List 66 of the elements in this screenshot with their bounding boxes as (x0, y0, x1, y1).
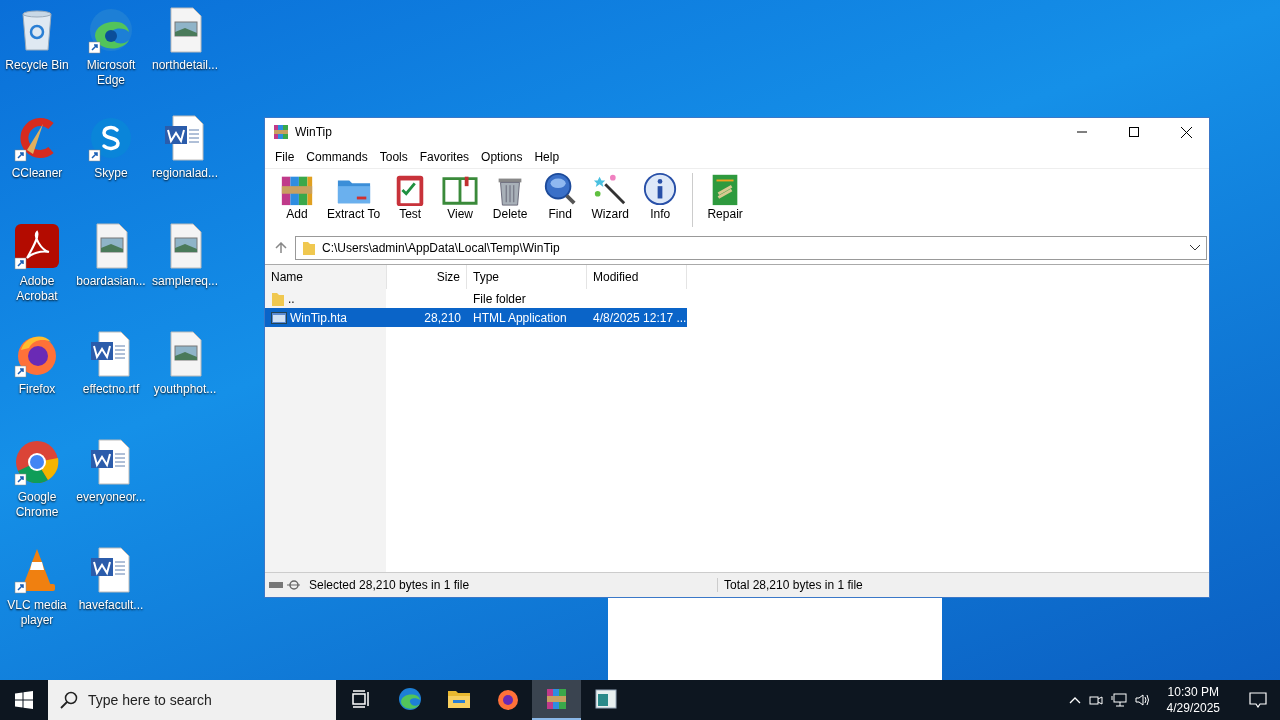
desktop-icon-label[interactable]: Microsoft Edge (74, 58, 148, 88)
file-type: File folder (473, 291, 526, 306)
column-header[interactable]: Size (387, 265, 467, 289)
desktop-icon-label[interactable]: effectno.rtf (74, 382, 148, 397)
file-row[interactable]: .. File folder (265, 289, 687, 308)
app-icon (273, 124, 289, 140)
desktop-icon-label[interactable]: Adobe Acrobat (0, 274, 74, 304)
drive-icon (269, 580, 303, 590)
status-text: Selected 28,210 bytes in 1 file (309, 578, 470, 592)
firefox-icon (495, 687, 520, 711)
windows-logo-icon (15, 691, 33, 709)
network-icon[interactable] (1110, 693, 1127, 707)
menu-item[interactable]: File (269, 150, 301, 164)
menu-item[interactable]: Options (475, 150, 529, 164)
toolbar-button[interactable]: Test (386, 171, 435, 221)
toolbar-button[interactable]: Extract To (323, 171, 385, 221)
window-title: WinTip (295, 125, 333, 139)
folder-icon (302, 240, 316, 256)
toolbar-button[interactable]: Info (636, 171, 685, 221)
camera-icon[interactable] (1088, 693, 1103, 707)
up-arrow-icon[interactable] (275, 242, 287, 254)
toolbar-button[interactable]: Delete (486, 171, 535, 221)
chevron-up-icon[interactable] (1068, 696, 1081, 704)
menu-item[interactable]: Favorites (413, 150, 476, 164)
file-modified: 4/8/2025 12:17 ... (593, 310, 687, 325)
toolbar-button[interactable]: Repair (701, 171, 750, 221)
menu-item[interactable]: Tools (373, 150, 414, 164)
column-header[interactable]: Modified (587, 265, 687, 289)
edge-icon (397, 687, 422, 711)
toolbar-button[interactable]: Find (536, 171, 585, 221)
close-icon (1180, 126, 1192, 138)
column-header[interactable]: Name (265, 265, 387, 289)
desktop-icon-label[interactable]: VLC media player (0, 598, 74, 628)
toolbar-button[interactable]: Wizard (586, 171, 635, 221)
desktop-icon-label[interactable]: Firefox (0, 382, 74, 397)
file-row[interactable]: WinTip.hta 28,210 HTML Application 4/8/2025 12:17 ... (265, 308, 687, 327)
desktop-icon-label[interactable]: Skype (74, 166, 148, 181)
file-name: .. (288, 291, 295, 306)
desktop-icon-label[interactable]: Google Chrome (0, 490, 74, 520)
desktop-icon-label[interactable]: regionalad... (148, 166, 222, 181)
file-name: WinTip.hta (290, 310, 347, 325)
desktop-icon-label[interactable]: Recycle Bin (0, 58, 74, 73)
desktop-icon-label[interactable]: samplereq... (148, 274, 222, 289)
column-header[interactable]: Type (467, 265, 587, 289)
menu-item[interactable]: Commands (300, 150, 374, 164)
desktop-icon-label[interactable]: havefacult... (74, 598, 148, 613)
file-type: HTML Application (473, 310, 567, 325)
desktop-icon-label[interactable]: northdetail... (148, 58, 222, 73)
desktop-icon-label[interactable]: everyoneor... (74, 490, 148, 505)
file-icon (271, 310, 287, 325)
toolbar-button[interactable]: View (436, 171, 485, 221)
window-icon (593, 687, 618, 711)
menu-item[interactable]: Help (528, 150, 566, 164)
search-field[interactable]: Type here to search (48, 680, 336, 720)
clock[interactable]: 10:30 PM 4/29/2025 (1158, 684, 1228, 716)
file-size: 28,210 (424, 310, 461, 325)
maximize-icon (1129, 127, 1139, 137)
notification-icon[interactable] (1249, 692, 1267, 708)
desktop-icon-label[interactable]: boardasian... (74, 274, 148, 289)
winrar-icon (544, 687, 569, 711)
status-text: Total 28,210 bytes in 1 file (724, 578, 863, 592)
task-view-icon (350, 689, 371, 709)
path-field[interactable]: C:\Users\admin\AppData\Local\Temp\WinTip (295, 236, 1207, 260)
desktop-icon-label[interactable]: CCleaner (0, 166, 74, 181)
toolbar-button[interactable]: Add (273, 171, 321, 221)
speaker-icon[interactable] (1134, 693, 1151, 707)
